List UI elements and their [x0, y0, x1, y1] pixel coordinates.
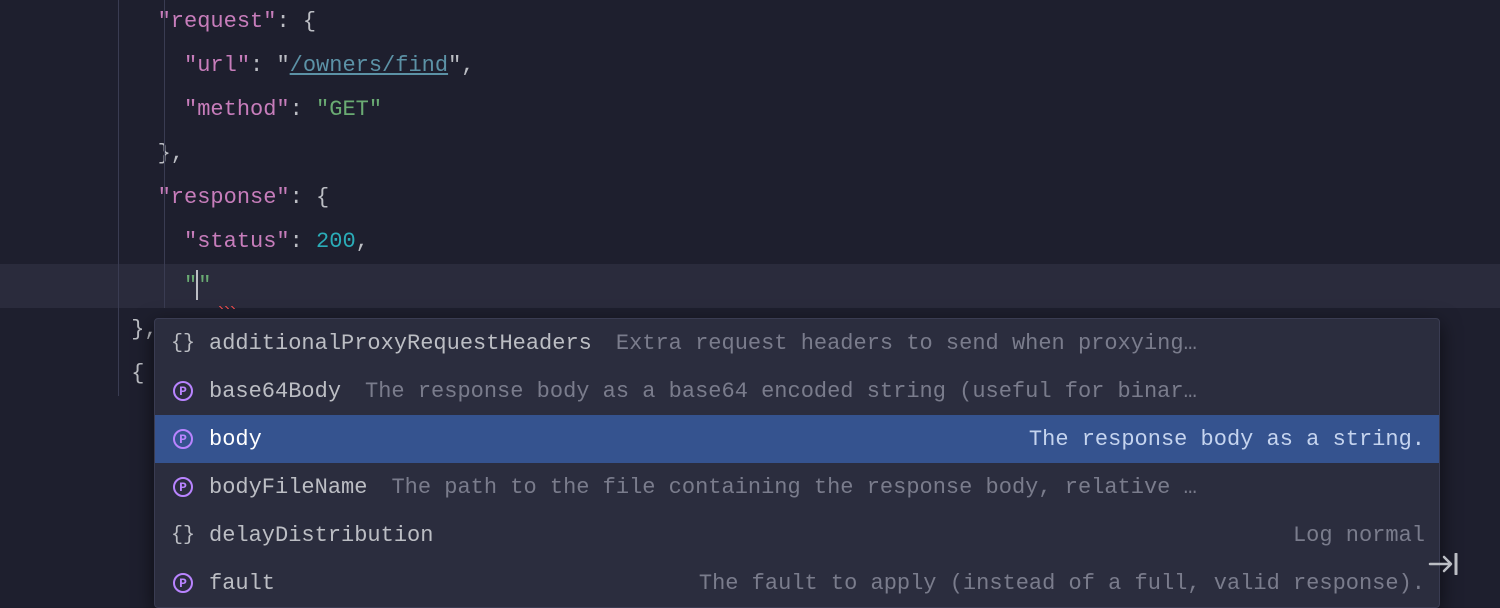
autocomplete-popup[interactable]: {} additionalProxyRequestHeaders Extra req… [154, 318, 1440, 608]
code-line[interactable]: "method" : "GET" [0, 88, 1500, 132]
autocomplete-label: fault [209, 571, 275, 596]
autocomplete-item[interactable]: Pbase64Body The response body as a base64… [155, 367, 1439, 415]
text-cursor [196, 270, 198, 300]
json-value: 200 [316, 220, 356, 264]
autocomplete-description: The response body as a string. [286, 427, 1425, 452]
autocomplete-description: The fault to apply (instead of a full, v… [299, 571, 1425, 596]
punctuation: { [131, 352, 144, 396]
autocomplete-label: delayDistribution [209, 523, 433, 548]
json-key: "status" [184, 220, 290, 264]
autocomplete-label: body [209, 427, 262, 452]
punctuation: }, [158, 132, 184, 176]
punctuation: : { [276, 0, 316, 44]
code-line[interactable]: "request" : { [0, 0, 1500, 44]
autocomplete-item[interactable]: Pbody The response body as a string. [155, 415, 1439, 463]
autocomplete-label: additionalProxyRequestHeaders [209, 331, 592, 356]
autocomplete-description: Extra request headers to send when proxy… [616, 331, 1425, 356]
code-line[interactable]: "url" : " /owners/find " , [0, 44, 1500, 88]
code-line[interactable]: "response" : { [0, 176, 1500, 220]
autocomplete-item[interactable]: {} additionalProxyRequestHeaders Extra req… [155, 319, 1439, 367]
punctuation: : { [290, 176, 330, 220]
autocomplete-description: The response body as a base64 encoded st… [365, 379, 1425, 404]
json-key: "response" [158, 176, 290, 220]
property-icon: P [169, 377, 197, 405]
json-value: "GET" [316, 88, 382, 132]
json-value-link[interactable]: /owners/find [290, 44, 448, 88]
code-line[interactable]: "status" : 200 , [0, 220, 1500, 264]
tab-jump-icon[interactable] [1428, 553, 1462, 582]
braces-icon: {} [169, 329, 197, 357]
property-icon: P [169, 473, 197, 501]
autocomplete-label: base64Body [209, 379, 341, 404]
autocomplete-description: Log normal [457, 523, 1425, 548]
autocomplete-item[interactable]: PbodyFileName The path to the file contai… [155, 463, 1439, 511]
json-key: "request" [158, 0, 277, 44]
json-empty-string: "" [184, 264, 211, 308]
property-icon: P [169, 569, 197, 597]
braces-icon: {} [169, 521, 197, 549]
autocomplete-label: bodyFileName [209, 475, 367, 500]
property-icon: P [169, 425, 197, 453]
code-line[interactable]: }, [0, 132, 1500, 176]
code-line-active[interactable]: "" [0, 264, 1500, 308]
json-key: "url" [184, 44, 250, 88]
autocomplete-item[interactable]: {} delayDistribution Log normal [155, 511, 1439, 559]
json-key: "method" [184, 88, 290, 132]
autocomplete-description: The path to the file containing the resp… [391, 475, 1425, 500]
